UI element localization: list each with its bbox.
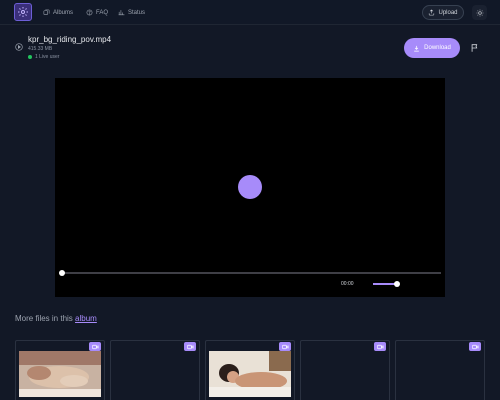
top-navbar: Albums FAQ Status Upload: [0, 0, 500, 25]
video-camera-icon: [376, 344, 383, 349]
nav-faq[interactable]: FAQ: [86, 7, 108, 18]
sun-icon: [476, 9, 483, 16]
video-camera-icon: [281, 344, 288, 349]
theme-toggle-button[interactable]: [472, 5, 487, 20]
file-card[interactable]: [110, 340, 200, 400]
video-thumbnail: [209, 351, 291, 397]
video-camera-icon: [186, 344, 193, 349]
help-icon: [86, 9, 93, 16]
live-users-label: 1 Live user: [35, 54, 60, 60]
download-button[interactable]: Download: [404, 38, 460, 58]
download-icon: [414, 45, 419, 51]
nav-albums-label: Albums: [53, 9, 74, 16]
file-size: 415.33 MB: [28, 46, 53, 52]
more-files-heading: More files in this album: [15, 314, 97, 323]
play-circle-icon: [15, 43, 23, 51]
file-card[interactable]: [300, 340, 390, 400]
albums-icon: [43, 9, 50, 15]
video-badge: [184, 342, 196, 351]
gear-logo-icon: [18, 7, 28, 17]
nav-status-label: Status: [128, 9, 146, 16]
nav-status[interactable]: Status: [118, 7, 145, 18]
nav-faq-label: FAQ: [96, 9, 109, 16]
video-camera-icon: [91, 344, 98, 349]
nav-albums[interactable]: Albums: [43, 7, 73, 18]
upload-button[interactable]: Upload: [422, 5, 464, 20]
site-logo[interactable]: [14, 3, 32, 21]
live-dot-icon: [28, 55, 32, 59]
file-name: kpr_bg_riding_pov.mp4: [28, 35, 112, 44]
upload-icon: [429, 9, 435, 16]
current-time: 00:00: [341, 281, 354, 287]
download-label: Download: [424, 45, 451, 51]
file-card[interactable]: [395, 340, 485, 400]
volume-handle[interactable]: [394, 281, 400, 287]
more-files-text: More files in this: [15, 314, 73, 323]
progress-handle[interactable]: [59, 270, 65, 276]
video-camera-icon: [471, 344, 478, 349]
big-play-button[interactable]: [238, 175, 262, 199]
video-badge: [89, 342, 101, 351]
video-badge: [279, 342, 291, 351]
video-badge: [469, 342, 481, 351]
album-link[interactable]: album: [75, 314, 97, 323]
video-thumbnail: [19, 351, 101, 397]
flag-icon[interactable]: [470, 43, 480, 53]
progress-bar[interactable]: [62, 272, 441, 274]
file-card[interactable]: [15, 340, 105, 400]
video-badge: [374, 342, 386, 351]
video-player[interactable]: 00:00: [55, 78, 445, 297]
file-card[interactable]: [205, 340, 295, 400]
upload-label: Upload: [438, 9, 458, 16]
status-icon: [118, 10, 125, 16]
live-users: 1 Live user: [28, 54, 59, 60]
